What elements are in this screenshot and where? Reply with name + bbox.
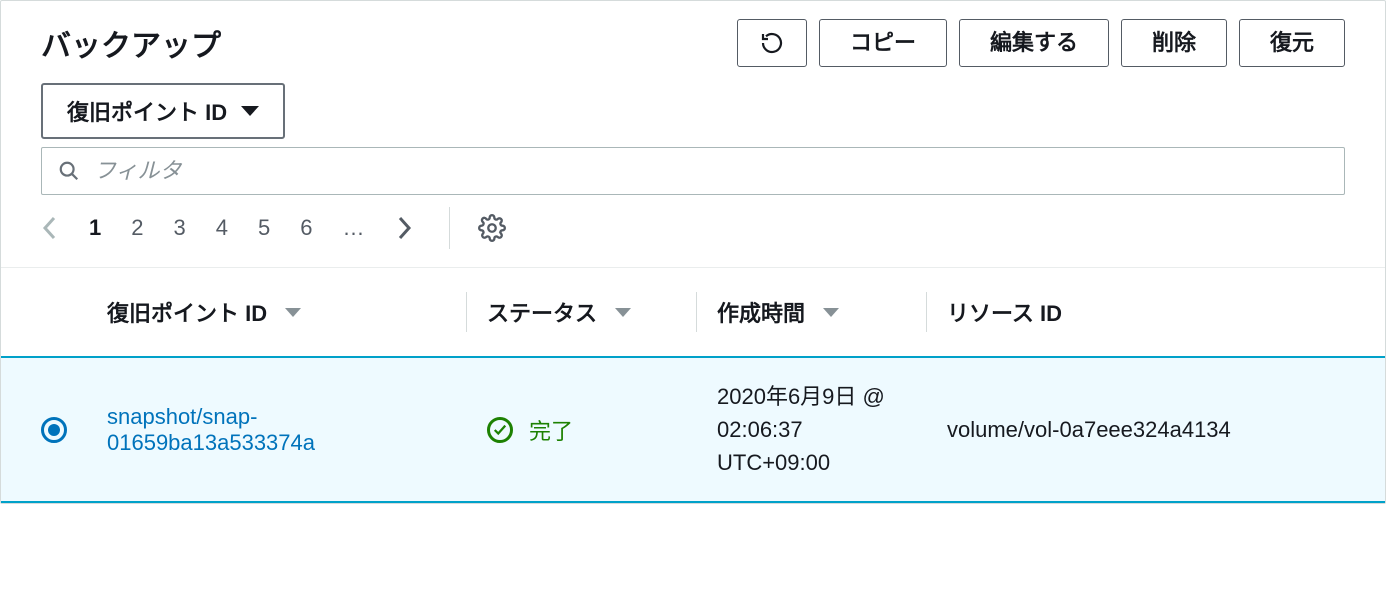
- created-at-value: 2020年6月9日 @ 02:06:37 UTC+09:00: [717, 384, 885, 475]
- col-recovery-point-id-label: 復旧ポイント ID: [107, 296, 267, 328]
- recovery-point-link[interactable]: snapshot/snap-01659ba13a533374a: [107, 404, 315, 455]
- col-status[interactable]: ステータス: [467, 268, 697, 357]
- delete-button[interactable]: 削除: [1121, 19, 1227, 67]
- col-resource-id[interactable]: リソース ID: [927, 268, 1385, 357]
- controls-row: 復旧ポイント ID: [1, 83, 1385, 195]
- status-label: 完了: [529, 414, 573, 446]
- page-1[interactable]: 1: [89, 215, 101, 241]
- table-row[interactable]: snapshot/snap-01659ba13a533374a 完了 2020年…: [1, 357, 1385, 502]
- success-icon: [487, 417, 513, 443]
- filter-search-input[interactable]: [94, 158, 1328, 184]
- col-resource-id-label: リソース ID: [947, 296, 1062, 328]
- page-6[interactable]: 6: [300, 215, 312, 241]
- filter-column-label: 復旧ポイント ID: [67, 95, 227, 127]
- radio-checked-icon: [48, 424, 60, 436]
- prev-page-button[interactable]: [41, 214, 59, 242]
- caret-down-icon: [241, 106, 259, 116]
- copy-button[interactable]: コピー: [819, 19, 947, 67]
- page-title: バックアップ: [41, 21, 221, 65]
- panel-header: バックアップ コピー 編集する 削除 復元: [1, 1, 1385, 77]
- page-3[interactable]: 3: [174, 215, 186, 241]
- pager-row: 1 2 3 4 5 6 …: [1, 195, 1385, 268]
- sort-caret-icon: [823, 308, 839, 317]
- filter-search-wrap[interactable]: [41, 147, 1345, 195]
- restore-button[interactable]: 復元: [1239, 19, 1345, 67]
- gear-icon: [478, 214, 506, 242]
- backup-panel: バックアップ コピー 編集する 削除 復元 復旧ポイント ID: [0, 0, 1386, 504]
- row-radio[interactable]: [41, 417, 67, 443]
- filter-column-dropdown[interactable]: 復旧ポイント ID: [41, 83, 285, 139]
- col-created-at-label: 作成時間: [717, 296, 805, 328]
- table-header-row: 復旧ポイント ID ステータス 作成時間: [1, 268, 1385, 357]
- pagination: 1 2 3 4 5 6 …: [41, 214, 413, 242]
- refresh-icon: [760, 31, 784, 55]
- refresh-button[interactable]: [737, 19, 807, 67]
- edit-button[interactable]: 編集する: [959, 19, 1109, 67]
- page-ellipsis: …: [343, 215, 365, 241]
- action-bar: コピー 編集する 削除 復元: [737, 19, 1345, 67]
- sort-caret-icon: [285, 308, 301, 317]
- search-icon: [58, 160, 80, 182]
- page-2[interactable]: 2: [131, 215, 143, 241]
- next-page-button[interactable]: [395, 214, 413, 242]
- col-recovery-point-id[interactable]: 復旧ポイント ID: [87, 268, 467, 357]
- col-created-at[interactable]: 作成時間: [697, 268, 927, 357]
- divider: [449, 207, 450, 249]
- col-select: [1, 268, 87, 357]
- resource-id-value: volume/vol-0a7eee324a4134: [947, 417, 1231, 442]
- sort-caret-icon: [615, 308, 631, 317]
- page-4[interactable]: 4: [216, 215, 228, 241]
- backups-table: 復旧ポイント ID ステータス 作成時間: [1, 268, 1385, 503]
- col-status-label: ステータス: [487, 296, 597, 328]
- status-cell: 完了: [487, 414, 677, 446]
- settings-button[interactable]: [478, 214, 506, 242]
- page-5[interactable]: 5: [258, 215, 270, 241]
